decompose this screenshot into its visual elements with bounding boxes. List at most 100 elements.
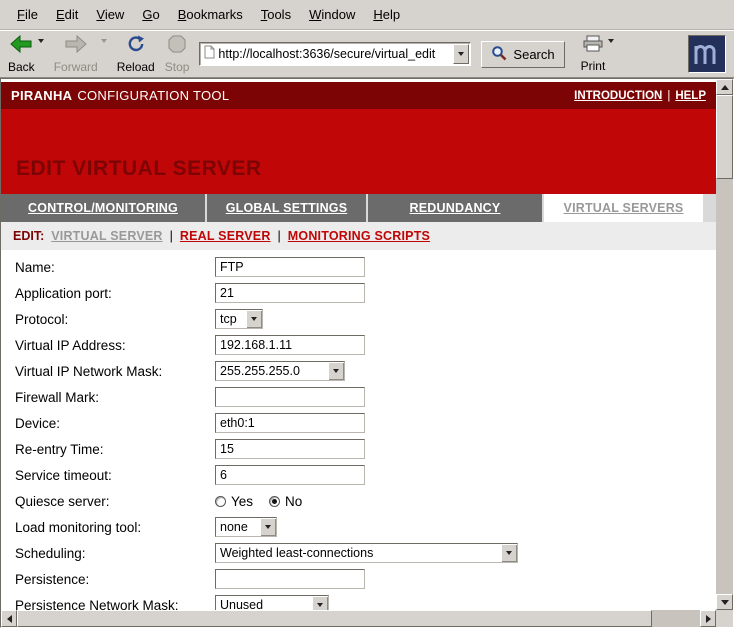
virtual-ip-address-input[interactable] bbox=[215, 335, 365, 355]
radio-icon bbox=[269, 496, 280, 507]
field-label: Service timeout: bbox=[15, 468, 215, 483]
header-links: INTRODUCTION | HELP bbox=[574, 90, 706, 102]
menu-help[interactable]: Help bbox=[364, 3, 409, 26]
name-input[interactable] bbox=[215, 257, 365, 277]
scroll-down-button[interactable] bbox=[716, 594, 733, 610]
print-button[interactable]: Print bbox=[581, 35, 615, 73]
horizontal-scroll-thumb[interactable] bbox=[17, 610, 652, 627]
chevron-down-icon bbox=[38, 39, 44, 60]
field-label: Virtual IP Network Mask: bbox=[15, 364, 215, 379]
chevron-down-icon bbox=[458, 52, 464, 56]
persistence-network-mask-select[interactable]: Unused bbox=[215, 595, 329, 610]
stop-label: Stop bbox=[165, 60, 190, 74]
select-dropdown-button[interactable] bbox=[501, 544, 517, 562]
header-link-separator: | bbox=[667, 90, 670, 102]
print-label: Print bbox=[581, 59, 606, 73]
horizontal-scroll-track[interactable] bbox=[17, 610, 700, 627]
menu-view[interactable]: View bbox=[87, 3, 133, 26]
quiesce-server-radio-group: Yes No bbox=[215, 494, 302, 509]
subnav-separator: | bbox=[278, 229, 281, 243]
select-dropdown-button[interactable] bbox=[328, 362, 344, 380]
radio-label: Yes bbox=[231, 494, 253, 509]
scroll-up-button[interactable] bbox=[716, 79, 733, 95]
form-row-service-timeout: Service timeout: bbox=[15, 462, 716, 488]
firewall-mark-input[interactable] bbox=[215, 387, 365, 407]
stop-icon bbox=[168, 35, 186, 58]
re-entry-time-input[interactable] bbox=[215, 439, 365, 459]
menu-edit[interactable]: Edit bbox=[47, 3, 87, 26]
select-dropdown-button[interactable] bbox=[246, 310, 262, 328]
reload-icon bbox=[126, 35, 146, 58]
scroll-left-button[interactable] bbox=[1, 610, 17, 627]
menu-bar: FileEditViewGoBookmarksToolsWindowHelp bbox=[0, 0, 734, 30]
application-port-input[interactable] bbox=[215, 283, 365, 303]
search-label: Search bbox=[513, 47, 554, 62]
back-icon bbox=[10, 35, 32, 58]
select-dropdown-button[interactable] bbox=[260, 518, 276, 536]
vertical-scroll-track[interactable] bbox=[716, 95, 733, 594]
form-row-scheduling: Scheduling:Weighted least-connections bbox=[15, 540, 716, 566]
select-value: 255.255.255.0 bbox=[216, 362, 328, 380]
mozilla-logo[interactable] bbox=[688, 35, 726, 73]
form-row-quiesce-server: Quiesce server:YesNo bbox=[15, 488, 716, 514]
tab-redundancy[interactable]: REDUNDANCY bbox=[368, 194, 542, 222]
virtual-ip-network-mask-select[interactable]: 255.255.255.0 bbox=[215, 361, 345, 381]
search-button[interactable]: Search bbox=[481, 41, 564, 68]
chevron-down-icon bbox=[721, 600, 729, 605]
field-label: Scheduling: bbox=[15, 546, 215, 561]
menu-window[interactable]: Window bbox=[300, 3, 364, 26]
tab-virtual-servers[interactable]: VIRTUAL SERVERS bbox=[544, 194, 703, 222]
device-input[interactable] bbox=[215, 413, 365, 433]
url-dropdown-button[interactable] bbox=[453, 44, 469, 64]
forward-dropdown-button[interactable] bbox=[101, 43, 107, 61]
form-rows: Name:Application port:Protocol:tcpVirtua… bbox=[1, 250, 716, 610]
help-link[interactable]: HELP bbox=[675, 90, 706, 102]
quiesce-server-radio-no[interactable]: No bbox=[269, 494, 302, 509]
reload-button[interactable]: Reload bbox=[117, 35, 155, 74]
menu-file[interactable]: File bbox=[8, 3, 47, 26]
stop-button[interactable]: Stop bbox=[165, 35, 190, 74]
tab-global-settings[interactable]: GLOBAL SETTINGS bbox=[207, 194, 366, 222]
menu-bookmarks[interactable]: Bookmarks bbox=[169, 3, 252, 26]
tab-control-monitoring[interactable]: CONTROL/MONITORING bbox=[1, 194, 205, 222]
introduction-link[interactable]: INTRODUCTION bbox=[574, 90, 662, 102]
tab-bar: CONTROL/MONITORING GLOBAL SETTINGS REDUN… bbox=[1, 194, 716, 222]
subnav-monitoring-scripts-link[interactable]: MONITORING SCRIPTS bbox=[288, 229, 430, 243]
scheduling-select[interactable]: Weighted least-connections bbox=[215, 543, 518, 563]
field-label: Firewall Mark: bbox=[15, 390, 215, 405]
url-input[interactable] bbox=[215, 45, 453, 63]
quiesce-server-radio-yes[interactable]: Yes bbox=[215, 494, 253, 509]
radio-icon bbox=[215, 496, 226, 507]
form-row-application-port: Application port: bbox=[15, 280, 716, 306]
menu-tools[interactable]: Tools bbox=[252, 3, 300, 26]
form-row-virtual-ip-address: Virtual IP Address: bbox=[15, 332, 716, 358]
back-dropdown-button[interactable] bbox=[38, 43, 44, 61]
forward-label: Forward bbox=[54, 60, 98, 74]
forward-button[interactable]: Forward bbox=[54, 35, 107, 74]
subnav-virtual-server-link[interactable]: VIRTUAL SERVER bbox=[51, 229, 162, 243]
field-label: Virtual IP Address: bbox=[15, 338, 215, 353]
brand-subtitle: CONFIGURATION TOOL bbox=[77, 88, 229, 103]
service-timeout-input[interactable] bbox=[215, 465, 365, 485]
persistence-input[interactable] bbox=[215, 569, 365, 589]
vertical-scroll-thumb[interactable] bbox=[716, 95, 733, 179]
field-label: Device: bbox=[15, 416, 215, 431]
form-row-firewall-mark: Firewall Mark: bbox=[15, 384, 716, 410]
protocol-select[interactable]: tcp bbox=[215, 309, 263, 329]
piranha-header: PIRANHA CONFIGURATION TOOL INTRODUCTION … bbox=[1, 82, 716, 109]
browser-viewport: PIRANHA CONFIGURATION TOOL INTRODUCTION … bbox=[0, 78, 734, 628]
subnav-real-server-link[interactable]: REAL SERVER bbox=[180, 229, 271, 243]
chevron-up-icon bbox=[721, 85, 729, 90]
select-dropdown-button[interactable] bbox=[312, 596, 328, 610]
form-row-name: Name: bbox=[15, 254, 716, 280]
back-button[interactable]: Back bbox=[8, 35, 44, 74]
load-monitoring-tool-select[interactable]: none bbox=[215, 517, 277, 537]
form-row-re-entry-time: Re-entry Time: bbox=[15, 436, 716, 462]
scroll-right-button[interactable] bbox=[700, 610, 716, 627]
field-label: Application port: bbox=[15, 286, 215, 301]
menu-go[interactable]: Go bbox=[133, 3, 168, 26]
field-label: Name: bbox=[15, 260, 215, 275]
form-row-persistence-network-mask: Persistence Network Mask:Unused bbox=[15, 592, 716, 610]
print-dropdown-button[interactable] bbox=[608, 43, 614, 61]
brand-name: PIRANHA bbox=[11, 88, 72, 103]
